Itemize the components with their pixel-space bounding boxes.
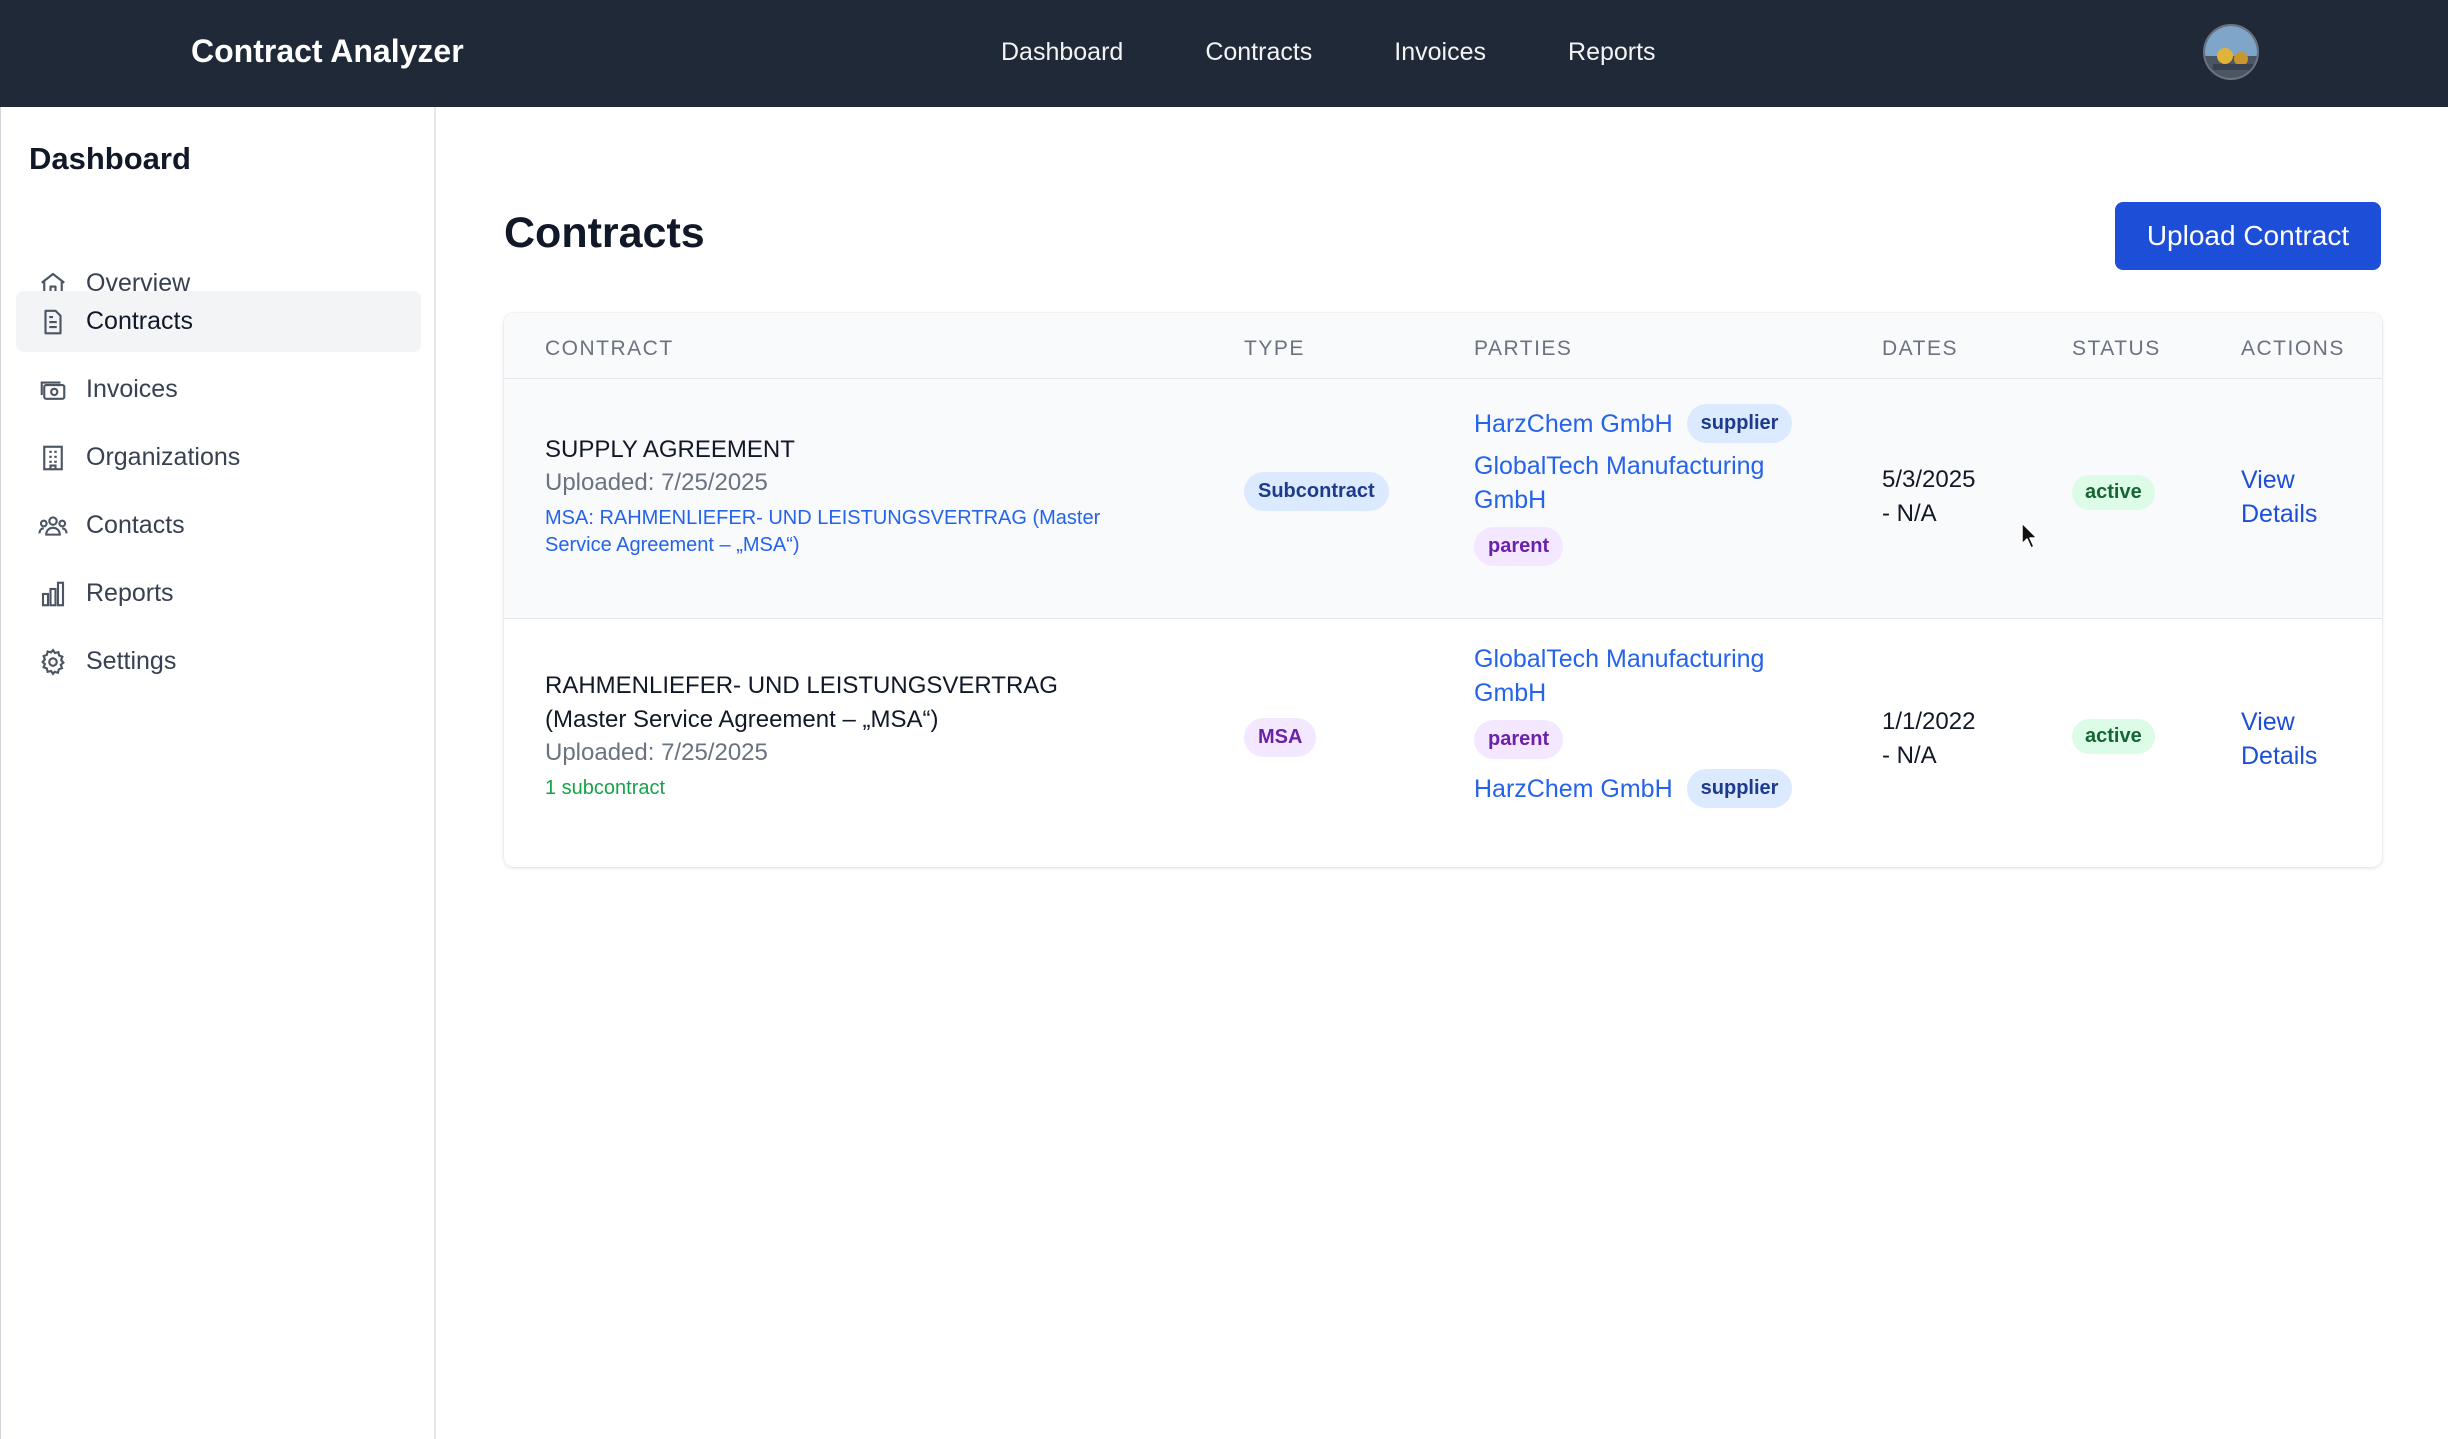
status-badge: active [2072, 719, 2155, 754]
sidebar-item-contacts[interactable]: Contacts [16, 495, 421, 556]
parties-cell: HarzChem GmbH supplier GlobalTech Manufa… [1474, 404, 1854, 566]
view-details-link[interactable]: View Details [2241, 463, 2317, 531]
view-details-label: View [2241, 466, 2295, 494]
role-badge: parent [1474, 527, 1564, 566]
column-header-parties: PARTIES [1474, 337, 1573, 360]
contract-cell: RAHMENLIEFER- UND LEISTUNGSVERTRAG (Mast… [545, 669, 1058, 800]
table-row: SUPPLY AGREEMENT Uploaded: 7/25/2025 MSA… [504, 379, 2382, 619]
sidebar-item-settings[interactable]: Settings [16, 631, 421, 692]
column-header-actions: ACTIONS [2241, 337, 2345, 360]
contract-title: SUPPLY AGREEMENT [545, 436, 795, 463]
sidebar: Dashboard Overview Contracts Invoices Or… [0, 107, 436, 1439]
avatar[interactable] [2203, 24, 2259, 80]
sidebar-item-label: Reports [86, 579, 174, 607]
sidebar-title: Dashboard [29, 141, 191, 176]
view-details-label: Details [2241, 742, 2318, 770]
sidebar-item-reports[interactable]: Reports [16, 563, 421, 624]
table-row: RAHMENLIEFER- UND LEISTUNGSVERTRAG (Mast… [504, 619, 2382, 867]
party-name-line: GlobalTech Manufacturing [1474, 645, 1765, 673]
document-icon [35, 304, 71, 340]
nav-link-invoices[interactable]: Invoices [1394, 38, 1486, 67]
table-header: CONTRACT TYPE PARTIES DATES STATUS ACTIO… [504, 313, 2382, 379]
subcontract-count[interactable]: 1 subcontract [545, 777, 1058, 800]
contracts-table: CONTRACT TYPE PARTIES DATES STATUS ACTIO… [504, 313, 2382, 867]
party-link[interactable]: GlobalTech Manufacturing GmbH [1474, 449, 1854, 517]
upload-date: Uploaded: 7/25/2025 [545, 739, 768, 766]
role-badge: supplier [1686, 769, 1793, 808]
cash-icon [35, 372, 71, 408]
contract-title: RAHMENLIEFER- UND LEISTUNGSVERTRAG [545, 672, 1058, 699]
role-badge: parent [1474, 720, 1564, 759]
sidebar-item-label: Contacts [86, 511, 185, 539]
app-title[interactable]: Contract Analyzer [191, 33, 464, 70]
nav-link-contracts[interactable]: Contracts [1205, 38, 1312, 67]
page-title: Contracts [504, 209, 705, 257]
sidebar-item-label: Invoices [86, 375, 178, 403]
parties-cell: GlobalTech Manufacturing GmbH parent Har… [1474, 642, 1854, 808]
party-link[interactable]: GlobalTech Manufacturing GmbH [1474, 642, 1854, 710]
gear-icon [35, 644, 71, 680]
top-nav-links: Dashboard Contracts Invoices Reports [1001, 38, 1738, 67]
sidebar-item-label: Contracts [86, 307, 193, 335]
contract-cell: SUPPLY AGREEMENT Uploaded: 7/25/2025 MSA… [545, 433, 1100, 559]
party-name-line: GmbH [1474, 486, 1547, 514]
sidebar-item-contracts[interactable]: Contracts [16, 291, 421, 352]
parent-msa-link-line: Service Agreement – „MSA“) [545, 534, 800, 556]
status-badge: active [2072, 475, 2155, 510]
dates-cell: 5/3/2025 - N/A [1882, 463, 1975, 531]
start-date: 1/1/2022 [1882, 708, 1976, 735]
upload-date: Uploaded: 7/25/2025 [545, 469, 768, 496]
upload-contract-button[interactable]: Upload Contract [2115, 202, 2381, 270]
type-badge: Subcontract [1244, 472, 1389, 511]
parent-msa-link-line: MSA: RAHMENLIEFER- UND LEISTUNGSVERTRAG … [545, 507, 1101, 529]
nav-link-dashboard[interactable]: Dashboard [1001, 38, 1123, 67]
building-icon [35, 440, 71, 476]
sidebar-item-label: Settings [86, 647, 177, 675]
start-date: 5/3/2025 [1882, 466, 1976, 493]
sidebar-item-invoices[interactable]: Invoices [16, 359, 421, 420]
column-header-status: STATUS [2072, 337, 2161, 360]
sidebar-item-label: Organizations [86, 443, 241, 471]
party-name-line: GmbH [1474, 679, 1547, 707]
contract-title: (Master Service Agreement – „MSA“) [545, 706, 939, 733]
column-header-type: TYPE [1244, 337, 1305, 360]
view-details-label: View [2241, 708, 2295, 736]
view-details-link[interactable]: View Details [2241, 705, 2317, 773]
sidebar-item-organizations[interactable]: Organizations [16, 427, 421, 488]
dates-cell: 1/1/2022 - N/A [1882, 705, 1975, 773]
mouse-cursor-icon [2021, 522, 2039, 555]
type-badge: MSA [1244, 718, 1317, 757]
column-header-dates: DATES [1882, 337, 1958, 360]
users-icon [35, 508, 71, 544]
end-date: - N/A [1882, 500, 1937, 527]
parent-msa-link[interactable]: MSA: RAHMENLIEFER- UND LEISTUNGSVERTRAG … [545, 505, 1100, 559]
view-details-label: Details [2241, 500, 2318, 528]
role-badge: supplier [1686, 404, 1793, 443]
top-navbar: Contract Analyzer Dashboard Contracts In… [0, 0, 2448, 107]
party-link[interactable]: HarzChem GmbH [1474, 407, 1673, 441]
column-header-contract: CONTRACT [545, 337, 674, 360]
chart-bar-icon [35, 576, 71, 612]
end-date: - N/A [1882, 742, 1937, 769]
main-content: Contracts Upload Contract CONTRACT TYPE … [437, 107, 2448, 1439]
nav-link-reports[interactable]: Reports [1568, 38, 1656, 67]
party-link[interactable]: HarzChem GmbH [1474, 772, 1673, 806]
party-name-line: GlobalTech Manufacturing [1474, 452, 1765, 480]
